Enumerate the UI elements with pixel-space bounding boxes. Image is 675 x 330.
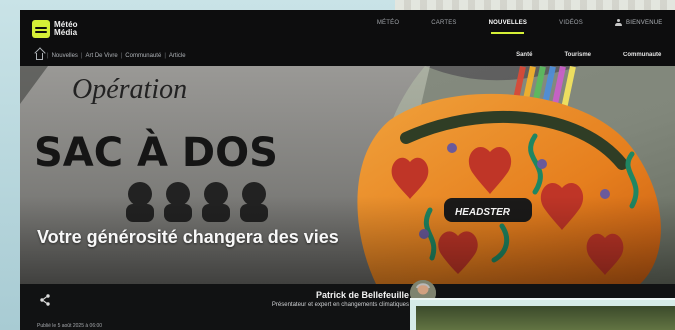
author-name[interactable]: Patrick de Bellefeuille (109, 290, 409, 301)
author-role: Présentateur et expert en changements cl… (271, 302, 409, 308)
hero-image: Opération SAC À DOS HEADSTER (20, 66, 675, 284)
image-text-operation: Opération (72, 74, 187, 105)
image-text-headster: HEADSTER (455, 207, 511, 218)
nav-item-cartes[interactable]: CARTES (431, 20, 456, 26)
site-logo[interactable]: Météo Média (32, 18, 80, 40)
hero-image-area: Opération SAC À DOS HEADSTER Votre génér… (20, 66, 675, 284)
breadcrumb-separator: | (120, 52, 123, 59)
image-text-sac-a-dos: SAC À DOS (34, 128, 278, 176)
background-paper (395, 0, 675, 10)
breadcrumb-nouvelles[interactable]: Nouvelles (52, 53, 78, 59)
logo-text: Météo Média (54, 20, 78, 37)
author-block: Patrick de Bellefeuille Présentateur et … (109, 290, 409, 309)
breadcrumb-article: Article (168, 52, 186, 59)
user-label: Bienvenue (626, 19, 663, 26)
tab-tourisme[interactable]: Tourisme (564, 52, 591, 58)
tab-communaute[interactable]: Communauté (623, 52, 675, 58)
weather-logo-icon (32, 20, 50, 38)
nav-item-meteo[interactable]: MÉTÉO (377, 20, 399, 26)
publish-date: Publié le 5 août 2025 à 06:00 (37, 323, 103, 329)
breadcrumb: | Nouvelles | Art De Vivre | Communauté … (36, 52, 186, 60)
main-nav: MÉTÉO CARTES NOUVELLES VIDÉOS Bienvenue (377, 19, 675, 34)
user-menu[interactable]: Bienvenue (615, 19, 675, 26)
news-page-screen: Météo Média MÉTÉO CARTES NOUVELLES VIDÉO… (20, 10, 675, 330)
share-icon[interactable] (38, 293, 52, 307)
breadcrumb-separator: | (47, 52, 49, 59)
photo-of-screen: Météo Média MÉTÉO CARTES NOUVELLES VIDÉO… (0, 0, 675, 330)
breadcrumb-separator: | (164, 52, 166, 59)
nav-item-nouvelles[interactable]: NOUVELLES (489, 20, 527, 34)
article-headline: Votre générosité changera des vies (37, 227, 339, 247)
user-icon (615, 19, 622, 26)
sub-navigation: | Nouvelles | Art De Vivre | Communauté … (20, 46, 675, 66)
top-navigation: Météo Média MÉTÉO CARTES NOUVELLES VIDÉO… (20, 10, 675, 66)
nav-item-videos[interactable]: VIDÉOS (559, 20, 583, 26)
breadcrumb-separator: | (80, 52, 83, 59)
section-tabs: Santé Tourisme Communauté (516, 52, 675, 58)
breadcrumb-art-de-vivre[interactable]: Art De Vivre (85, 53, 117, 59)
breadcrumb-communaute[interactable]: Communauté (125, 53, 161, 59)
tab-sante[interactable]: Santé (516, 52, 532, 58)
home-icon[interactable] (36, 53, 43, 60)
next-article-thumbnail[interactable] (410, 298, 675, 330)
